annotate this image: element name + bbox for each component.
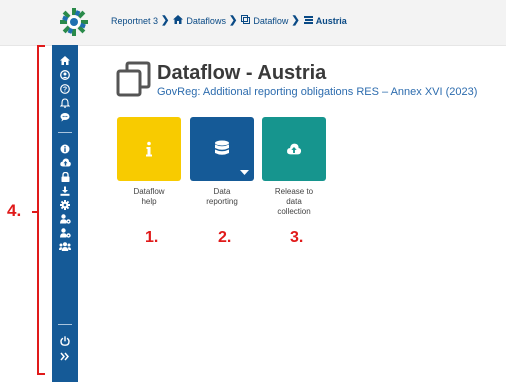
left-sidebar: ?	[52, 45, 78, 382]
reportnet-logo[interactable]	[59, 7, 89, 37]
sidebar-divider	[58, 132, 72, 133]
database-icon	[215, 140, 229, 155]
info-icon	[146, 141, 152, 157]
breadcrumb-item-austria[interactable]: Austria	[303, 15, 347, 26]
cloud-upload-icon	[287, 143, 302, 155]
cloud-upload-icon[interactable]	[52, 158, 78, 170]
home-icon	[173, 15, 184, 26]
tile-label-line: data	[286, 197, 302, 206]
user-icon[interactable]	[52, 70, 78, 82]
home-icon[interactable]	[52, 56, 78, 68]
power-icon[interactable]	[52, 336, 78, 348]
breadcrumb-label: Dataflows	[186, 15, 226, 26]
dataflow-clone-icon	[116, 61, 151, 97]
tile-label-line: Data	[213, 187, 231, 196]
breadcrumb-item-reportnet[interactable]: Reportnet 3	[111, 16, 158, 26]
clone-icon	[241, 15, 251, 26]
dataflow-help-label: Dataflow help	[117, 187, 181, 207]
annotation-label-1: 1.	[145, 229, 159, 246]
breadcrumb-item-dataflow[interactable]: Dataflow	[241, 15, 288, 26]
tile-label-line: Dataflow	[133, 187, 165, 196]
chevron-right-icon: ❯	[228, 15, 238, 26]
sidebar-annotation-bracket	[37, 45, 45, 375]
breadcrumb-label: Reportnet 3	[111, 15, 159, 26]
release-to-data-collection-button[interactable]	[262, 117, 326, 181]
lock-icon[interactable]	[52, 171, 78, 184]
users-icon[interactable]	[52, 242, 78, 254]
annotation-label-2: 2.	[218, 229, 232, 246]
data-reporting-label: Data reporting	[190, 187, 254, 207]
chevron-right-icon: ❯	[291, 15, 300, 26]
breadcrumb: Reportnet 3 ❯ Dataflows ❯ Dataflow ❯ Aus…	[111, 15, 347, 26]
release-to-data-collection-label: Release to data collection	[262, 187, 326, 217]
tile-label-line: help	[141, 197, 157, 206]
dataflow-help-button[interactable]	[117, 117, 181, 181]
expand-icon[interactable]	[52, 352, 78, 364]
user-settings-icon[interactable]	[52, 214, 78, 226]
list-icon	[303, 15, 313, 26]
breadcrumb-label: Austria	[315, 15, 347, 26]
caret-down-icon[interactable]	[240, 170, 249, 175]
bell-icon[interactable]	[52, 98, 78, 110]
annotation-label-4: 4.	[7, 201, 22, 220]
data-reporting-button[interactable]	[190, 117, 254, 181]
sidebar-divider	[58, 324, 72, 325]
user-manage-icon[interactable]	[52, 228, 78, 240]
annotation-tick	[32, 211, 38, 213]
breadcrumb-label: Dataflow	[253, 15, 289, 26]
tile-label-line: collection	[277, 207, 311, 216]
tile-label-line: Release to	[274, 187, 314, 196]
settings-icon[interactable]	[52, 200, 78, 212]
chevron-right-icon: ❯	[161, 15, 170, 26]
top-bar: Reportnet 3 ❯ Dataflows ❯ Dataflow ❯ Aus…	[0, 0, 506, 46]
annotation-label-3: 3.	[290, 229, 304, 246]
page-title: Dataflow - Austria	[157, 62, 327, 84]
breadcrumb-item-dataflows[interactable]: Dataflows	[173, 15, 226, 26]
tile-label-line: reporting	[206, 197, 238, 206]
info-icon[interactable]	[52, 144, 78, 156]
svg-text:?: ?	[63, 87, 67, 94]
help-icon[interactable]: ?	[52, 84, 78, 96]
page-subtitle: GovReg: Additional reporting obligations…	[157, 86, 478, 98]
chat-icon[interactable]	[52, 112, 78, 124]
download-icon[interactable]	[52, 186, 78, 198]
